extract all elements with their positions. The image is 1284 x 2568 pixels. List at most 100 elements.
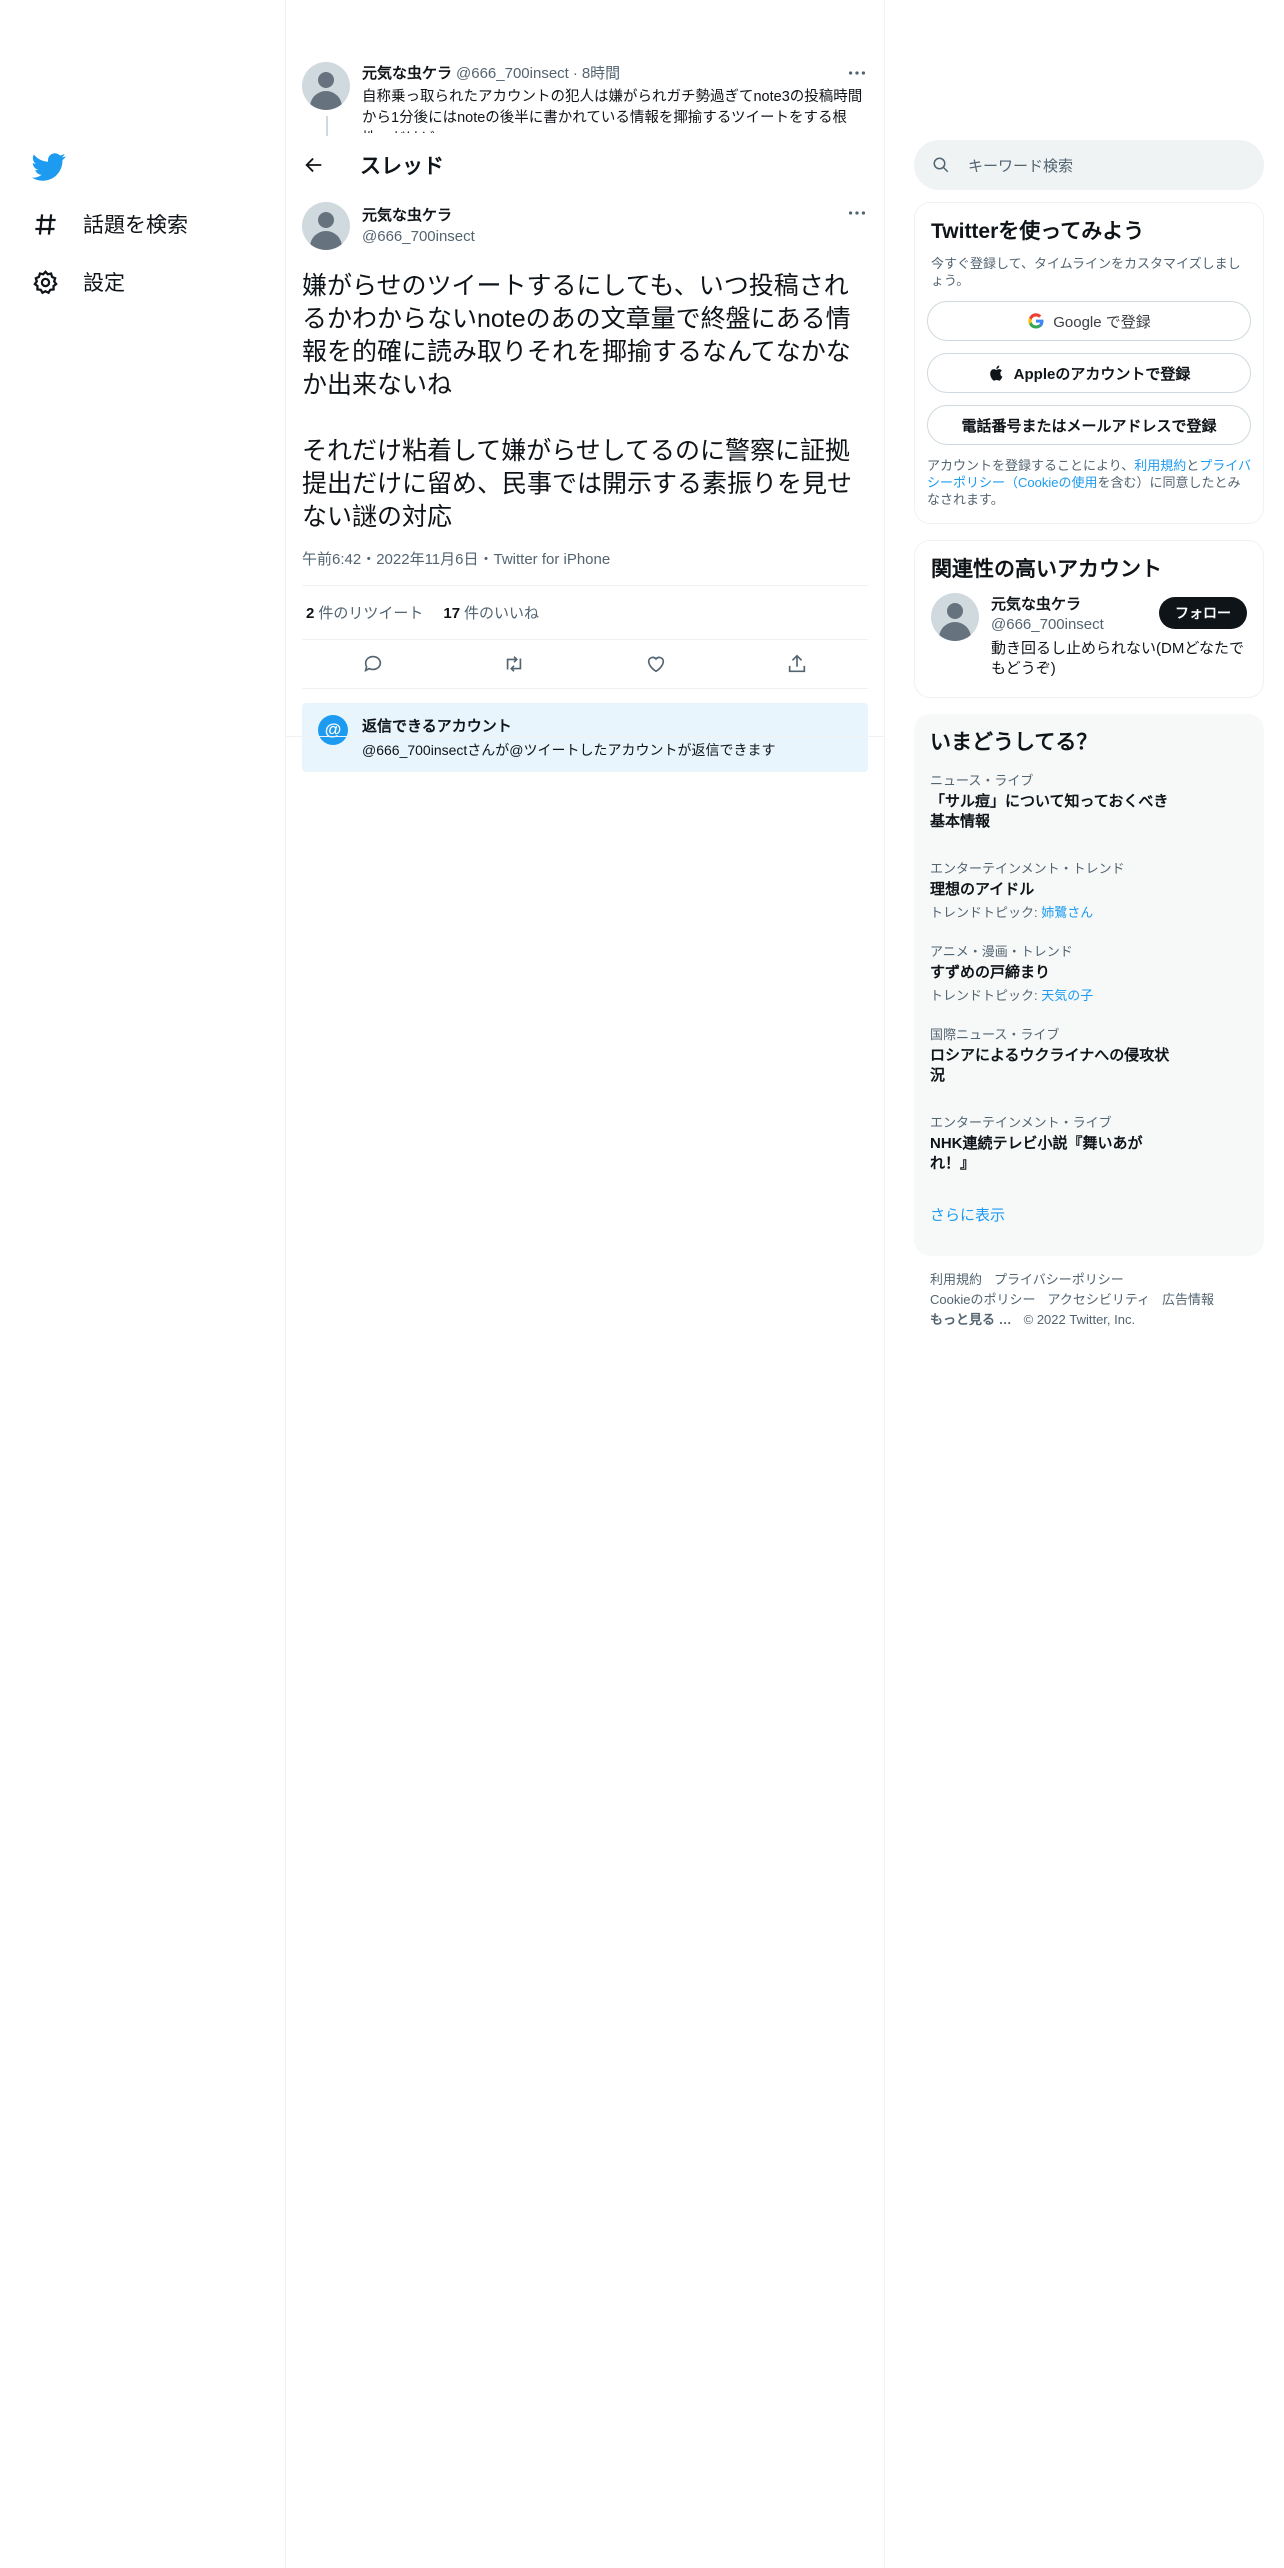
author-handle[interactable]: @666_700insect [456, 65, 569, 82]
avatar[interactable] [931, 593, 979, 641]
phone-email-signup-button[interactable]: 電話番号またはメールアドレスで登録 [927, 405, 1251, 445]
nav-settings-label: 設定 [83, 272, 125, 295]
cookie-link[interactable]: Cookieの使用 [1018, 475, 1097, 490]
author-handle[interactable]: @666_700insect [362, 228, 475, 245]
like-count: 17 [443, 605, 461, 622]
nav-explore[interactable]: 話題を検索 [32, 209, 188, 239]
footer-accessibility-link[interactable]: アクセシビリティ [1047, 1292, 1150, 1307]
footer-terms-link[interactable]: 利用規約 [930, 1272, 982, 1287]
divider [302, 688, 868, 689]
twitter-logo-icon[interactable] [32, 150, 66, 184]
footer-privacy-link[interactable]: プライバシーポリシー [994, 1272, 1124, 1287]
author-name[interactable]: 元気な虫ケラ [362, 62, 452, 83]
google-signup-label: Google で登録 [1053, 313, 1151, 331]
related-account-bio: 動き回るし止められない(DMどなたでもどうぞ) [991, 640, 1245, 677]
phone-email-signup-label: 電話番号またはメールアドレスで登録 [961, 417, 1217, 435]
retweet-stat[interactable]: 2 件のリツイート [306, 602, 423, 623]
google-signup-button[interactable]: Google で登録 [927, 301, 1251, 341]
footer-copyright: © 2022 Twitter, Inc. [1023, 1312, 1136, 1327]
reply-restriction-text: @666_700insectさんが@ツイートしたアカウントが返信できます [362, 742, 776, 758]
heart-icon[interactable] [645, 653, 667, 675]
related-account-name[interactable]: 元気な虫ケラ [991, 593, 1104, 614]
related-account-handle[interactable]: @666_700insect [991, 616, 1104, 633]
footer-ads-link[interactable]: 広告情報 [1162, 1292, 1214, 1307]
tweet-stats: 2 件のリツイート 17 件のいいね [302, 586, 868, 639]
page-title: スレッド [360, 155, 444, 178]
footer-more-link[interactable]: もっと見る … [930, 1312, 1012, 1327]
avatar[interactable] [302, 202, 350, 250]
terms-link[interactable]: 利用規約 [1134, 458, 1186, 473]
trend-category: 国際ニュース・ライブ [930, 1027, 1060, 1042]
search-input[interactable]: キーワード検索 [968, 155, 1073, 176]
arrow-left-icon [305, 157, 322, 173]
legal-prefix: アカウントを登録することにより、 [927, 458, 1135, 473]
more-icon[interactable] [846, 202, 868, 224]
trend-item[interactable]: エンターテインメント・トレンド 理想のアイドル トレンドトピック: 姉鷺さん [926, 832, 1252, 921]
trend-topic-link[interactable]: 姉鷺さん [1041, 905, 1093, 920]
follow-button[interactable]: フォロー [1159, 597, 1247, 629]
like-stat-label: 件のいいね [464, 605, 540, 622]
nav-explore-label: 話題を検索 [83, 214, 188, 237]
trend-title: 理想のアイドル [930, 881, 1035, 898]
trend-topic: トレンドトピック: 天気の子 [930, 985, 1248, 1004]
tweet-actions [302, 640, 868, 688]
retweet-count: 2 [306, 605, 315, 622]
trend-item[interactable]: エンターテインメント・ライブ NHK連続テレビ小説『舞いあがれ！』 [926, 1086, 1252, 1174]
reply-icon[interactable] [362, 653, 384, 675]
author-name[interactable]: 元気な虫ケラ [362, 204, 475, 225]
trend-item[interactable]: アニメ・漫画・トレンド すずめの戸締まり トレンドトピック: 天気の子 [926, 921, 1252, 1004]
retweet-stat-label: 件のリツイート [318, 605, 424, 622]
trend-item[interactable]: 国際ニュース・ライブ ロシアによるウクライナへの侵攻状況 [926, 1004, 1252, 1086]
signup-card: Twitterを使ってみよう 今すぐ登録して、タイムラインをカスタマイズしましょ… [914, 202, 1264, 524]
trend-category: エンターテインメント・ライブ [930, 1115, 1112, 1130]
apple-signup-label: Appleのアカウントで登録 [1013, 365, 1191, 383]
trend-topic-link[interactable]: 天気の子 [1041, 988, 1093, 1003]
trend-topic-label: トレンドトピック: [930, 988, 1042, 1003]
related-title: 関連性の高いアカウント [931, 558, 1162, 581]
more-icon[interactable] [846, 62, 868, 84]
legal-and: と [1186, 458, 1200, 473]
main-tweet: 元気な虫ケラ @666_700insect 嫌がらせのツイートするにしても、いつ… [302, 202, 868, 772]
trend-category: ニュース・ライブ [930, 773, 1034, 788]
search-box[interactable]: キーワード検索 [914, 140, 1264, 190]
reply-restriction-title: 返信できるアカウント [362, 718, 512, 735]
at-sign-icon: @ [318, 715, 348, 745]
tweet-text: 自称乗っ取られたアカウントの犯人は嫌がられガチ勢過ぎてnote3の投稿時間から1… [362, 89, 863, 133]
show-more-link[interactable]: さらに表示 [926, 1174, 1252, 1225]
back-button[interactable] [294, 145, 334, 185]
trend-title: 「サル痘」について知っておくべき基本情報 [930, 793, 1169, 830]
trend-category: エンターテインメント・トレンド [930, 861, 1125, 876]
divider [286, 736, 884, 737]
trend-item[interactable]: ニュース・ライブ 「サル痘」について知っておくべき基本情報 [926, 756, 1252, 832]
tweet-time[interactable]: 8時間 [582, 62, 620, 83]
hashtag-icon [35, 213, 56, 235]
apple-signup-button[interactable]: Appleのアカウントで登録 [927, 353, 1251, 393]
tweet-text: 嫌がらせのツイートするにしても、いつ投稿されるかわからないnoteのあの文章量で… [302, 272, 853, 531]
trend-title: ロシアによるウクライナへの侵攻状況 [930, 1047, 1170, 1084]
thread-previous-tweet[interactable]: 元気な虫ケラ @666_700insect · 8時間 自称乗っ取られたアカウン… [302, 62, 868, 136]
google-icon [1028, 313, 1044, 329]
thread-header: スレッド [286, 140, 884, 190]
signup-legal-text: アカウントを登録することにより、利用規約とプライバシーポリシー（Cookieの使… [927, 457, 1251, 508]
signup-title: Twitterを使ってみよう [931, 220, 1145, 243]
apple-icon [989, 365, 1003, 381]
footer-cookie-link[interactable]: Cookieのポリシー [930, 1292, 1035, 1307]
dot-separator: · [572, 65, 578, 82]
trend-topic-label: トレンドトピック: [930, 905, 1042, 920]
like-stat[interactable]: 17 件のいいね [443, 602, 539, 623]
related-accounts-card: 関連性の高いアカウント 元気な虫ケラ @666_700insect フォロー 動… [914, 540, 1264, 698]
app-root: 話題を検索 設定 元気な虫ケラ @666_700insect · 8時間 自称乗… [0, 0, 1284, 2568]
column-divider-left [285, 0, 286, 2568]
tweet-timestamp[interactable]: 午前6:42・2022年11月6日・Twitter for iPhone [302, 548, 868, 569]
legal-open-paren: （ [1005, 475, 1019, 490]
trends-title: いまどうしてる？ [930, 731, 1098, 754]
avatar[interactable] [302, 62, 350, 110]
footer: 利用規約 プライバシーポリシー Cookieのポリシー アクセシビリティ 広告情報 も… [930, 1270, 1260, 1330]
trend-topic: トレンドトピック: 姉鷺さん [930, 902, 1248, 921]
retweet-icon[interactable] [503, 653, 525, 675]
nav-settings[interactable]: 設定 [32, 267, 125, 297]
trend-category: アニメ・漫画・トレンド [930, 944, 1073, 959]
related-account-item[interactable]: 元気な虫ケラ @666_700insect フォロー 動き回るし止められない(D… [927, 593, 1251, 679]
thread-connector [326, 116, 328, 136]
share-icon[interactable] [786, 653, 808, 675]
